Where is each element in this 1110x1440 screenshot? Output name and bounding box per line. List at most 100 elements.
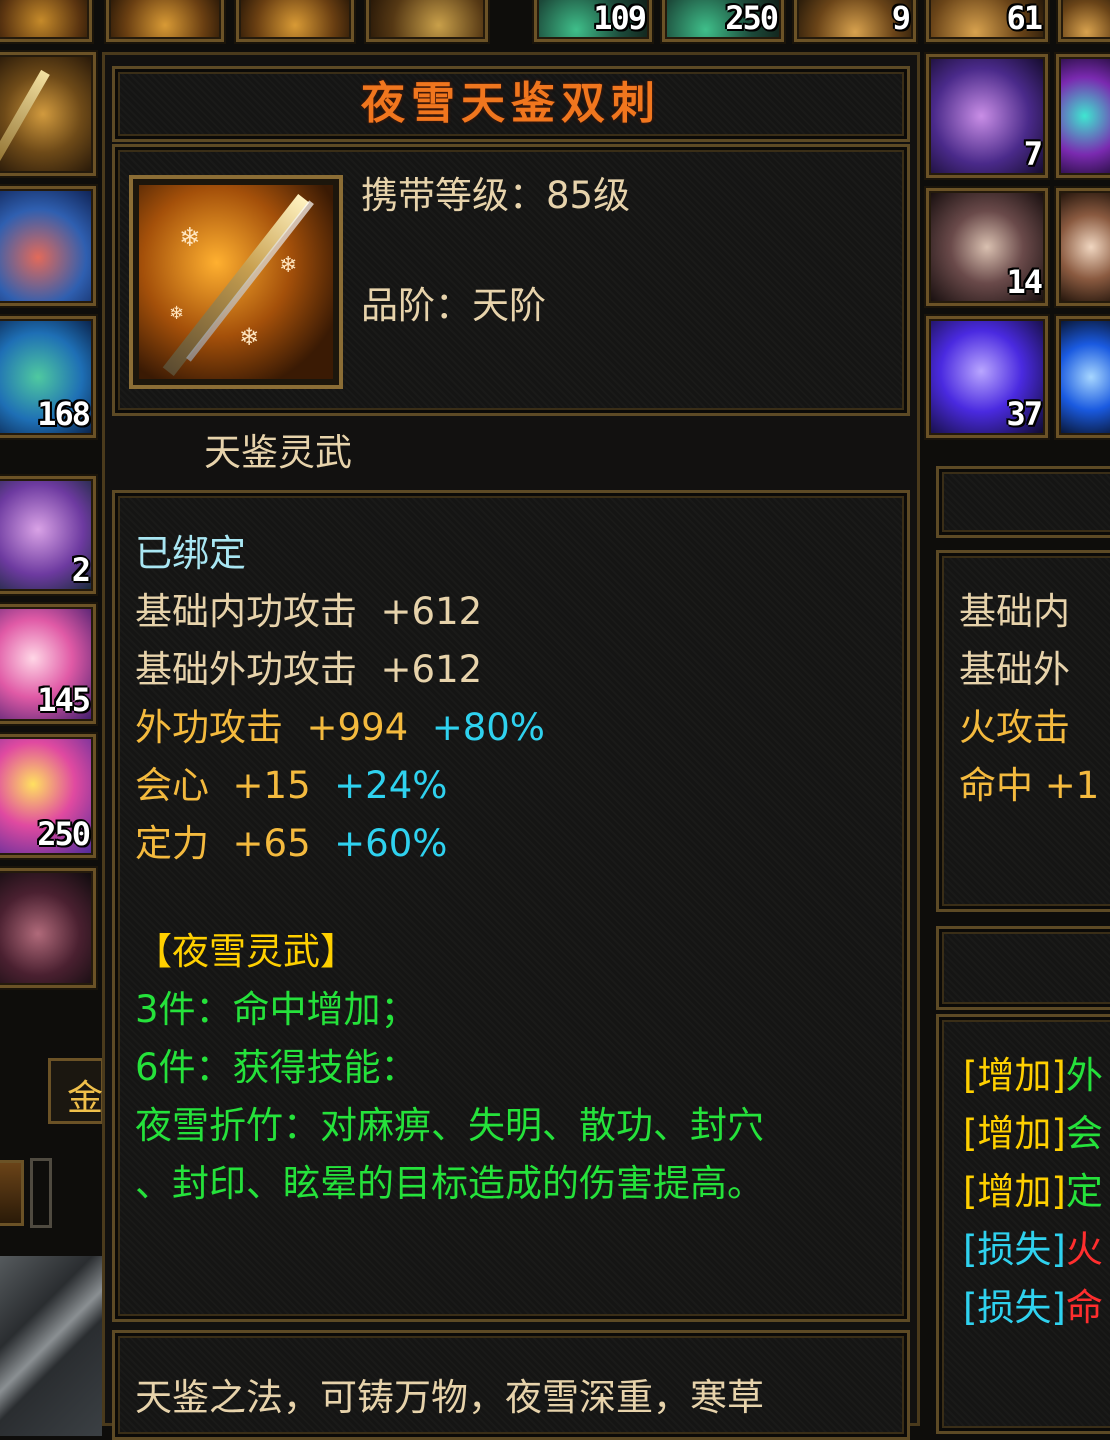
change-tag: [损失]	[963, 1286, 1066, 1329]
change-row: [增加]外	[963, 1047, 1103, 1105]
stat-name: 基础内功攻击	[135, 590, 357, 633]
item-count: 37	[1006, 395, 1043, 433]
left-slot-weapon[interactable]	[0, 52, 96, 176]
stat-row: 外功攻击 +994 +80%	[135, 699, 545, 757]
stat-bonus: +24%	[334, 764, 448, 807]
item-category: 天鉴灵武	[204, 431, 352, 474]
left-slot-bag[interactable]: 168	[0, 316, 96, 438]
grade: 品阶：天阶	[361, 284, 546, 327]
right-slot-ore-partial[interactable]	[1056, 188, 1110, 306]
compare-stat: 基础内	[959, 590, 1070, 633]
item-count: 145	[37, 681, 91, 719]
top-slot-item-109[interactable]: 109	[534, 0, 652, 42]
change-tag: [增加]	[963, 1170, 1066, 1213]
carry-level: 携带等级：85级	[361, 174, 631, 217]
top-slot-chest-1[interactable]	[106, 0, 224, 42]
change-text: 外	[1065, 1054, 1103, 1097]
compare-stat: 基础外	[959, 648, 1070, 691]
top-slot-item-250[interactable]: 250	[662, 0, 784, 42]
stat-name: 外功攻击	[135, 706, 283, 749]
change-row: [增加]会	[963, 1105, 1103, 1163]
stat-bonus: +60%	[334, 822, 448, 865]
snowflake-icon: ❄	[169, 303, 185, 324]
top-slot-partial-right[interactable]	[1058, 0, 1110, 42]
snowflake-icon: ❄	[279, 253, 298, 278]
compare-stat: 火攻击	[959, 706, 1070, 749]
top-slot-chain[interactable]	[366, 0, 488, 42]
stat-row: 定力 +65 +60%	[135, 815, 447, 873]
left-slot-swirl[interactable]: 250	[0, 734, 96, 858]
change-row: [增加]定	[963, 1163, 1103, 1221]
right-slot-ore[interactable]: 14	[926, 188, 1048, 306]
compare-changes-box: [增加]外 [增加]会 [增加]定 [损失]火 [损失]命	[936, 1014, 1110, 1434]
left-slot-doll[interactable]	[0, 186, 96, 306]
change-text: 会	[1065, 1112, 1103, 1155]
left-slot-token[interactable]: 2	[0, 476, 96, 594]
stat-name: 定力	[135, 822, 209, 865]
stat-value: +15	[232, 764, 311, 807]
item-count: 168	[37, 395, 91, 433]
skill-desc-line: 夜雪折竹：对麻痹、失明、散功、封穴	[135, 1104, 764, 1147]
compare-stats-box: 基础内 基础外 火攻击 命中 +1	[936, 550, 1110, 912]
skill-desc-line: 、封印、眩晕的目标造成的伤害提高。	[135, 1162, 764, 1205]
set-bonus-6: 6件：获得技能：	[135, 1046, 418, 1089]
top-slot-item-61[interactable]: 61	[926, 0, 1048, 42]
set-bonus-3: 3件：命中增加；	[135, 988, 418, 1031]
right-slot-gem-partial[interactable]	[1056, 54, 1110, 178]
side-tab-button[interactable]: 金	[48, 1058, 104, 1124]
compare-divider-box	[936, 926, 1110, 1010]
item-count: 9	[891, 0, 911, 37]
bound-status: 已绑定	[135, 532, 246, 575]
compare-stat: 命中 +1	[959, 764, 1100, 807]
change-row: [损失]火	[963, 1221, 1103, 1279]
side-tab-label: 金	[67, 1078, 104, 1119]
left-slot-crystal[interactable]: 145	[0, 604, 96, 724]
top-slot-partial[interactable]	[0, 0, 92, 42]
header-box: ❄ ❄ ❄ ❄ 携带等级：85级 品阶：天阶	[112, 144, 910, 416]
stat-value: +612	[380, 648, 483, 691]
scenery-fragment	[0, 1256, 102, 1436]
item-title: 夜雪天鉴双刺	[361, 78, 661, 129]
item-icon-frame[interactable]: ❄ ❄ ❄ ❄	[129, 175, 343, 389]
scroll-handle[interactable]	[0, 1160, 24, 1226]
stats-box: 已绑定 基础内功攻击 +612 基础外功攻击 +612 外功攻击 +994 +8…	[112, 490, 910, 1322]
change-row: [损失]命	[963, 1279, 1103, 1337]
change-text: 定	[1065, 1170, 1103, 1213]
stat-bonus: +80%	[431, 706, 545, 749]
stat-value: +65	[232, 822, 311, 865]
item-count: 2	[71, 551, 91, 589]
compare-title-bar	[936, 466, 1110, 538]
change-tag: [增加]	[963, 1112, 1066, 1155]
weapon-icon	[0, 69, 50, 171]
top-slot-chest-2[interactable]	[236, 0, 354, 42]
change-tag: [损失]	[963, 1228, 1066, 1271]
stat-row: 基础内功攻击 +612	[135, 583, 482, 641]
item-description: 天鉴之法，可铸万物，夜雪深重，寒草	[135, 1376, 764, 1419]
right-slot-blue-gem-partial[interactable]	[1056, 316, 1110, 438]
stat-value: +994	[306, 706, 409, 749]
right-slot-potion[interactable]: 7	[926, 54, 1048, 178]
change-text: 命	[1065, 1286, 1103, 1329]
double-blade-icon	[162, 194, 310, 376]
stat-name: 基础外功攻击	[135, 648, 357, 691]
change-text: 火	[1065, 1228, 1103, 1271]
item-icon: ❄ ❄ ❄ ❄	[139, 185, 333, 379]
item-count: 14	[1006, 263, 1043, 301]
item-count: 7	[1023, 135, 1043, 173]
stat-row: 基础外功攻击 +612	[135, 641, 482, 699]
title-bar: 夜雪天鉴双刺	[112, 66, 910, 142]
right-slot-purple-gem[interactable]: 37	[926, 316, 1048, 438]
change-tag: [增加]	[963, 1054, 1066, 1097]
left-slot-creature[interactable]	[0, 868, 96, 988]
snowflake-icon: ❄	[239, 323, 260, 351]
stat-row: 会心 +15 +24%	[135, 757, 447, 815]
top-slot-item-9[interactable]: 9	[794, 0, 916, 42]
item-count: 61	[1006, 0, 1043, 37]
stat-value: +612	[380, 590, 483, 633]
item-count: 250	[725, 0, 779, 37]
description-box: 天鉴之法，可铸万物，夜雪深重，寒草	[112, 1330, 910, 1440]
item-count: 250	[37, 815, 91, 853]
decorative-knot	[30, 1158, 52, 1228]
item-count: 109	[593, 0, 647, 37]
set-name: 【夜雪灵武】	[135, 930, 357, 973]
